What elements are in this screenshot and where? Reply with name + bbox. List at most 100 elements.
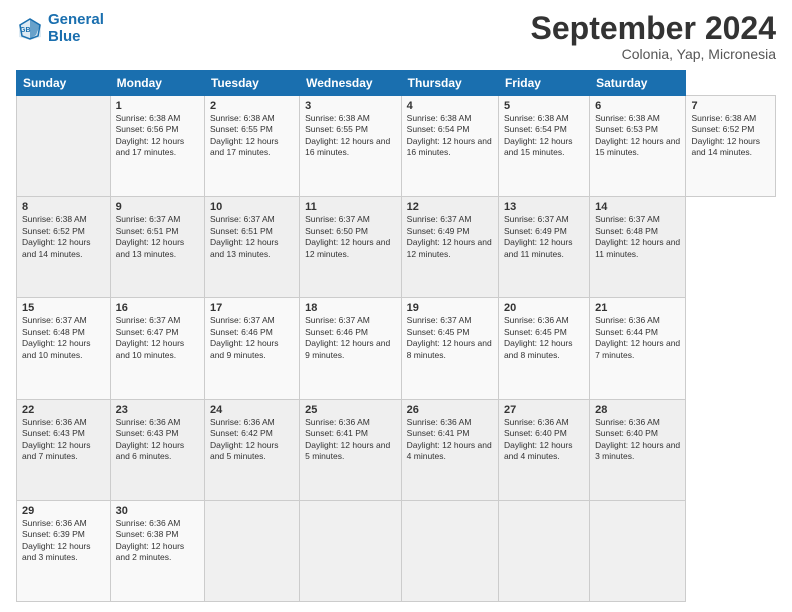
cell-text: Sunrise: 6:36 AMSunset: 6:41 PMDaylight:… xyxy=(407,417,493,463)
day-number: 17 xyxy=(210,302,294,314)
table-row: 16Sunrise: 6:37 AMSunset: 6:47 PMDayligh… xyxy=(110,298,204,399)
table-row: 4Sunrise: 6:38 AMSunset: 6:54 PMDaylight… xyxy=(401,96,498,197)
day-number: 26 xyxy=(407,404,493,416)
cell-text: Sunrise: 6:37 AMSunset: 6:48 PMDaylight:… xyxy=(22,315,105,361)
day-number: 24 xyxy=(210,404,294,416)
table-row: 15Sunrise: 6:37 AMSunset: 6:48 PMDayligh… xyxy=(17,298,111,399)
table-row: 14Sunrise: 6:37 AMSunset: 6:48 PMDayligh… xyxy=(590,197,686,298)
day-number: 27 xyxy=(504,404,584,416)
day-number: 15 xyxy=(22,302,105,314)
day-number: 8 xyxy=(22,201,105,213)
cell-text: Sunrise: 6:38 AMSunset: 6:52 PMDaylight:… xyxy=(691,113,770,159)
cell-text: Sunrise: 6:37 AMSunset: 6:51 PMDaylight:… xyxy=(210,214,294,260)
header-row: Sunday Monday Tuesday Wednesday Thursday… xyxy=(17,71,776,96)
col-sunday: Sunday xyxy=(17,71,111,96)
table-row xyxy=(498,500,589,601)
logo-icon: GB xyxy=(16,15,44,43)
table-row: 28Sunrise: 6:36 AMSunset: 6:40 PMDayligh… xyxy=(590,399,686,500)
cell-text: Sunrise: 6:36 AMSunset: 6:38 PMDaylight:… xyxy=(116,518,199,564)
day-number: 11 xyxy=(305,201,396,213)
table-row: 20Sunrise: 6:36 AMSunset: 6:45 PMDayligh… xyxy=(498,298,589,399)
table-row: 30Sunrise: 6:36 AMSunset: 6:38 PMDayligh… xyxy=(110,500,204,601)
day-number: 3 xyxy=(305,100,396,112)
table-row: 7Sunrise: 6:38 AMSunset: 6:52 PMDaylight… xyxy=(686,96,776,197)
table-row: 18Sunrise: 6:37 AMSunset: 6:46 PMDayligh… xyxy=(300,298,402,399)
cell-text: Sunrise: 6:38 AMSunset: 6:55 PMDaylight:… xyxy=(210,113,294,159)
cell-text: Sunrise: 6:37 AMSunset: 6:46 PMDaylight:… xyxy=(305,315,396,361)
table-row: 17Sunrise: 6:37 AMSunset: 6:46 PMDayligh… xyxy=(204,298,299,399)
calendar-week-2: 8Sunrise: 6:38 AMSunset: 6:52 PMDaylight… xyxy=(17,197,776,298)
table-row: 1Sunrise: 6:38 AMSunset: 6:56 PMDaylight… xyxy=(110,96,204,197)
day-number: 18 xyxy=(305,302,396,314)
day-number: 13 xyxy=(504,201,584,213)
col-tuesday: Tuesday xyxy=(204,71,299,96)
cell-text: Sunrise: 6:37 AMSunset: 6:46 PMDaylight:… xyxy=(210,315,294,361)
table-row: 2Sunrise: 6:38 AMSunset: 6:55 PMDaylight… xyxy=(204,96,299,197)
cell-text: Sunrise: 6:37 AMSunset: 6:50 PMDaylight:… xyxy=(305,214,396,260)
table-row: 9Sunrise: 6:37 AMSunset: 6:51 PMDaylight… xyxy=(110,197,204,298)
cell-text: Sunrise: 6:37 AMSunset: 6:49 PMDaylight:… xyxy=(504,214,584,260)
day-number: 2 xyxy=(210,100,294,112)
cell-text: Sunrise: 6:36 AMSunset: 6:44 PMDaylight:… xyxy=(595,315,680,361)
cell-text: Sunrise: 6:36 AMSunset: 6:43 PMDaylight:… xyxy=(22,417,105,463)
table-row: 22Sunrise: 6:36 AMSunset: 6:43 PMDayligh… xyxy=(17,399,111,500)
day-number: 1 xyxy=(116,100,199,112)
logo-text: General Blue xyxy=(48,12,104,45)
table-row: 11Sunrise: 6:37 AMSunset: 6:50 PMDayligh… xyxy=(300,197,402,298)
day-number: 23 xyxy=(116,404,199,416)
cell-text: Sunrise: 6:37 AMSunset: 6:49 PMDaylight:… xyxy=(407,214,493,260)
day-number: 28 xyxy=(595,404,680,416)
table-row: 27Sunrise: 6:36 AMSunset: 6:40 PMDayligh… xyxy=(498,399,589,500)
table-row: 13Sunrise: 6:37 AMSunset: 6:49 PMDayligh… xyxy=(498,197,589,298)
cell-text: Sunrise: 6:36 AMSunset: 6:41 PMDaylight:… xyxy=(305,417,396,463)
title-area: September 2024 Colonia, Yap, Micronesia xyxy=(531,12,776,62)
cell-text: Sunrise: 6:38 AMSunset: 6:53 PMDaylight:… xyxy=(595,113,680,159)
day-number: 30 xyxy=(116,505,199,517)
table-row: 12Sunrise: 6:37 AMSunset: 6:49 PMDayligh… xyxy=(401,197,498,298)
table-row: 24Sunrise: 6:36 AMSunset: 6:42 PMDayligh… xyxy=(204,399,299,500)
day-number: 6 xyxy=(595,100,680,112)
calendar-week-3: 15Sunrise: 6:37 AMSunset: 6:48 PMDayligh… xyxy=(17,298,776,399)
table-row: 10Sunrise: 6:37 AMSunset: 6:51 PMDayligh… xyxy=(204,197,299,298)
day-number: 5 xyxy=(504,100,584,112)
cell-text: Sunrise: 6:38 AMSunset: 6:54 PMDaylight:… xyxy=(504,113,584,159)
day-number: 20 xyxy=(504,302,584,314)
day-number: 29 xyxy=(22,505,105,517)
cell-text: Sunrise: 6:36 AMSunset: 6:45 PMDaylight:… xyxy=(504,315,584,361)
cell-text: Sunrise: 6:36 AMSunset: 6:43 PMDaylight:… xyxy=(116,417,199,463)
table-row: 21Sunrise: 6:36 AMSunset: 6:44 PMDayligh… xyxy=(590,298,686,399)
svg-text:GB: GB xyxy=(20,27,31,34)
cell-text: Sunrise: 6:36 AMSunset: 6:42 PMDaylight:… xyxy=(210,417,294,463)
cell-text: Sunrise: 6:38 AMSunset: 6:54 PMDaylight:… xyxy=(407,113,493,159)
table-row xyxy=(204,500,299,601)
day-number: 10 xyxy=(210,201,294,213)
month-title: September 2024 xyxy=(531,12,776,44)
table-row xyxy=(401,500,498,601)
col-saturday: Saturday xyxy=(590,71,686,96)
day-number: 9 xyxy=(116,201,199,213)
day-number: 16 xyxy=(116,302,199,314)
cell-text: Sunrise: 6:37 AMSunset: 6:47 PMDaylight:… xyxy=(116,315,199,361)
table-row: 26Sunrise: 6:36 AMSunset: 6:41 PMDayligh… xyxy=(401,399,498,500)
table-row: 19Sunrise: 6:37 AMSunset: 6:45 PMDayligh… xyxy=(401,298,498,399)
logo: GB General Blue xyxy=(16,12,104,45)
cell-text: Sunrise: 6:36 AMSunset: 6:39 PMDaylight:… xyxy=(22,518,105,564)
table-row: 25Sunrise: 6:36 AMSunset: 6:41 PMDayligh… xyxy=(300,399,402,500)
day-number: 4 xyxy=(407,100,493,112)
col-monday: Monday xyxy=(110,71,204,96)
day-number: 22 xyxy=(22,404,105,416)
header: GB General Blue September 2024 Colonia, … xyxy=(16,12,776,62)
day-number: 21 xyxy=(595,302,680,314)
calendar-week-1: 1Sunrise: 6:38 AMSunset: 6:56 PMDaylight… xyxy=(17,96,776,197)
cell-text: Sunrise: 6:37 AMSunset: 6:51 PMDaylight:… xyxy=(116,214,199,260)
location: Colonia, Yap, Micronesia xyxy=(531,46,776,62)
col-wednesday: Wednesday xyxy=(300,71,402,96)
cell-text: Sunrise: 6:38 AMSunset: 6:56 PMDaylight:… xyxy=(116,113,199,159)
cell-text: Sunrise: 6:38 AMSunset: 6:55 PMDaylight:… xyxy=(305,113,396,159)
page: GB General Blue September 2024 Colonia, … xyxy=(0,0,792,612)
day-number: 14 xyxy=(595,201,680,213)
cell-text: Sunrise: 6:36 AMSunset: 6:40 PMDaylight:… xyxy=(595,417,680,463)
calendar-table: Sunday Monday Tuesday Wednesday Thursday… xyxy=(16,70,776,602)
table-row: 23Sunrise: 6:36 AMSunset: 6:43 PMDayligh… xyxy=(110,399,204,500)
table-row: 6Sunrise: 6:38 AMSunset: 6:53 PMDaylight… xyxy=(590,96,686,197)
